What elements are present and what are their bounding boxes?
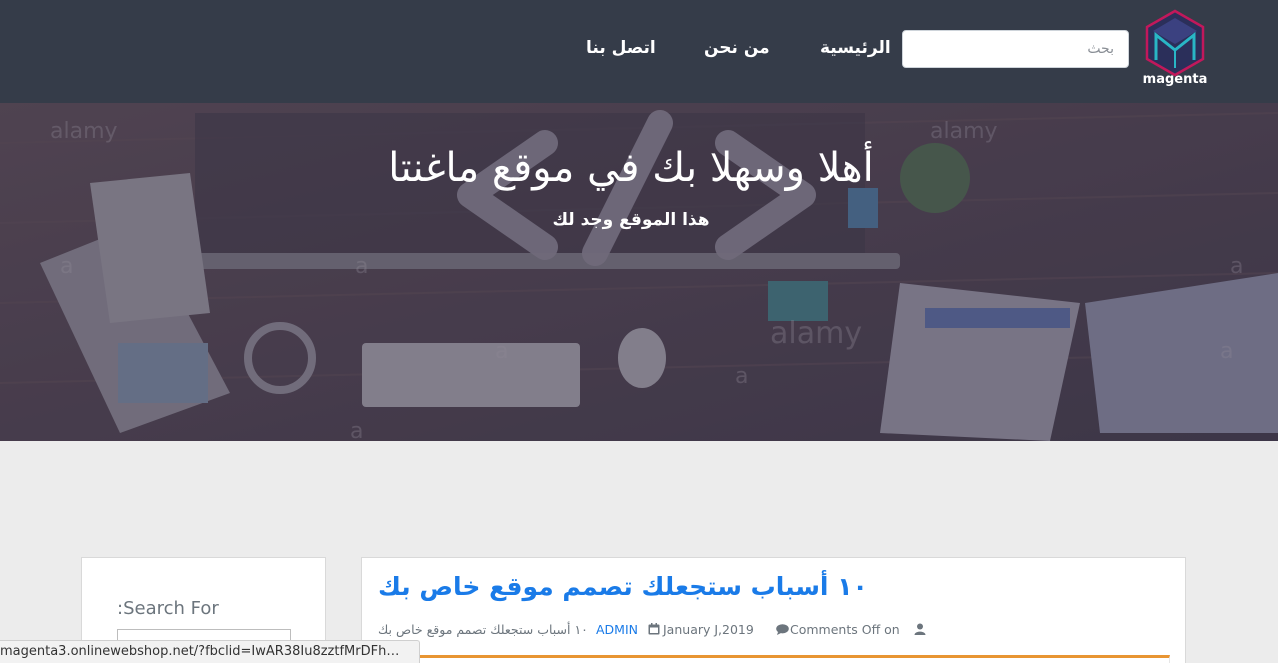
sidebar-search-title: :Search For [117, 598, 219, 619]
hero-banner: alamy alamy alamy a a a a a a a أهلا وسه… [0, 103, 1278, 441]
nav-about-link[interactable]: من نحن [704, 38, 770, 58]
comment-icon [776, 624, 789, 635]
nav-home-link[interactable]: الرئيسية [820, 38, 891, 58]
search-input[interactable] [902, 30, 1129, 68]
brand-name: magenta [1142, 72, 1208, 87]
browser-status-url: magenta3.onlinewebshop.net/?fbclid=IwAR3… [0, 640, 420, 663]
post-card: ١٠ أسباب ستجعلك تصمم موقع خاص بك ١٠ أسبا… [361, 557, 1186, 663]
post-comments-status: Comments Off on [790, 622, 900, 637]
hero-title: أهلا وسهلا بك في موقع ماغنتا [388, 145, 874, 191]
calendar-icon [648, 623, 660, 635]
post-featured-image [378, 655, 1170, 663]
user-icon [914, 623, 926, 635]
nav-contact-link[interactable]: اتصل بنا [586, 38, 656, 58]
post-date: January J,2019 [663, 622, 754, 637]
post-title-link[interactable]: ١٠ أسباب ستجعلك تصمم موقع خاص بك [378, 572, 868, 601]
post-meta-title: ١٠ أسباب ستجعلك تصمم موقع خاص بك [378, 622, 588, 637]
top-navbar: magenta الرئيسية من نحن اتصل بنا [0, 0, 1278, 103]
hero-subtitle: هذا الموقع وجد لك [552, 210, 710, 230]
post-author-link[interactable]: ADMIN [596, 622, 638, 637]
